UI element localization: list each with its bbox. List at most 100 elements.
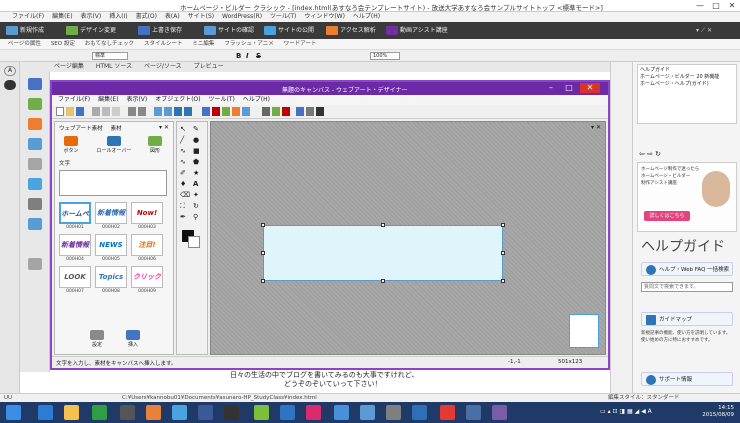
shape-icon[interactable] — [232, 107, 240, 116]
canvas-minimap[interactable] — [569, 314, 599, 348]
help-search-input[interactable]: 質問文で検索できます。 — [641, 282, 733, 292]
tab-page-edit[interactable]: ページ編集 — [54, 63, 84, 70]
omotenashi-check-button[interactable]: おもてなしチェック — [85, 41, 134, 47]
app-icon[interactable] — [92, 405, 107, 420]
stylesheet-button[interactable]: スタイルシート — [144, 41, 183, 47]
app-icon[interactable] — [334, 405, 349, 420]
publish-button[interactable]: サイトの公開 — [264, 25, 314, 36]
save-button[interactable]: 上書き保存 — [138, 25, 182, 36]
app-icon[interactable] — [198, 405, 213, 420]
menu-help[interactable]: ヘルプ(H) — [353, 13, 380, 20]
polyline-tool-icon[interactable]: ∿ — [180, 147, 186, 155]
pen-tool-icon[interactable]: ✎ — [193, 125, 199, 133]
menu-site[interactable]: サイト(S) — [188, 13, 215, 20]
settings-icon[interactable] — [306, 107, 314, 116]
explorer-icon[interactable] — [64, 405, 79, 420]
frame2-icon[interactable] — [164, 107, 172, 116]
app-icon[interactable] — [386, 405, 401, 420]
dlg-menu-edit[interactable]: 編集(E) — [98, 96, 118, 103]
tab-preview[interactable]: プレビュー — [194, 63, 224, 70]
layer-icon[interactable] — [272, 107, 280, 116]
dialog-maximize-button[interactable]: □ — [562, 83, 576, 93]
rect-tool-icon[interactable]: ■ — [193, 147, 200, 155]
dlg-menu-help[interactable]: ヘルプ(H) — [243, 96, 270, 103]
polygon-tool-icon[interactable]: ⬟ — [193, 158, 199, 166]
select-tool-icon[interactable]: ↖ — [180, 125, 186, 133]
vertical-scrollbar[interactable] — [610, 62, 632, 402]
start-icon[interactable] — [6, 405, 21, 420]
form-icon[interactable] — [28, 178, 42, 190]
delete-icon[interactable] — [282, 107, 290, 116]
dlg-menu-tools[interactable]: ツール(T) — [209, 96, 235, 103]
preview-icon[interactable] — [296, 107, 304, 116]
stamp-tool-icon[interactable]: ✦ — [193, 191, 199, 199]
seo-settings-button[interactable]: SEO 設定 — [51, 41, 75, 47]
help-tree-item[interactable]: ヘルプガイド — [640, 67, 734, 74]
menu-format[interactable]: 書式(O) — [136, 13, 157, 20]
line-tool-icon[interactable]: ╱ — [180, 136, 184, 144]
thumb-003[interactable]: Now! — [131, 202, 163, 224]
dreamweaver-icon[interactable] — [254, 405, 269, 420]
dialog-minimize-button[interactable]: – — [544, 83, 558, 93]
thumb-008[interactable]: Topics — [95, 266, 127, 288]
dialog-close-button[interactable]: ✕ — [580, 83, 600, 93]
resize-handle[interactable] — [381, 279, 385, 283]
copy-icon[interactable] — [102, 107, 110, 116]
site-check-button[interactable]: サイトの確認 — [204, 25, 254, 36]
app-icon[interactable] — [492, 405, 507, 420]
tab-material[interactable]: 素材 — [111, 126, 122, 132]
button-type-button[interactable]: ボタン — [59, 136, 83, 156]
dlg-menu-object[interactable]: オブジェクト(O) — [155, 96, 200, 103]
menu-table[interactable]: 表(A) — [165, 13, 180, 20]
star-tool-icon[interactable]: ★ — [193, 169, 199, 177]
new-canvas-icon[interactable] — [56, 107, 64, 116]
text-tool-icon[interactable]: A — [193, 180, 198, 188]
wordart-button[interactable]: ワードアート — [284, 41, 317, 47]
align-icon[interactable] — [202, 107, 210, 116]
app-icon[interactable] — [440, 405, 455, 420]
thumb-006[interactable]: 注目! — [131, 234, 163, 256]
background-color-swatch[interactable] — [188, 236, 200, 248]
resize-handle[interactable] — [501, 279, 505, 283]
bold-button[interactable]: B — [236, 52, 241, 60]
thumb-001[interactable]: ホームページ — [59, 202, 91, 224]
menu-edit[interactable]: 編集(E) — [52, 13, 72, 20]
image-icon[interactable] — [28, 118, 42, 130]
maximize-button[interactable]: □ — [708, 0, 724, 12]
settings-button[interactable]: 設定 — [85, 330, 109, 350]
homepagebuilder-icon[interactable] — [306, 405, 321, 420]
curve-tool-icon[interactable]: ∿ — [180, 158, 186, 166]
menu-file[interactable]: ファイル(F) — [12, 13, 44, 20]
a-icon[interactable]: A — [4, 66, 16, 76]
canvas-shape[interactable] — [263, 225, 503, 281]
ad-banner[interactable]: ホームページ制作で迷ったら ホームページ・ビルダー 制作アシスト講座 詳しくはこ… — [637, 162, 737, 232]
tab-webart-material[interactable]: ウェブアート素材 — [59, 126, 103, 132]
undo-icon[interactable] — [128, 107, 136, 116]
guide-map-button[interactable]: ガイドマップ — [641, 312, 733, 326]
close-button[interactable]: ✕ — [724, 0, 740, 12]
canvas-close-icon[interactable]: ▾ ✕ — [591, 124, 601, 131]
panel-close-icon[interactable]: ▾ ✕ — [159, 124, 169, 131]
mini-edit-button[interactable]: ミニ編集 — [192, 41, 214, 47]
star-icon[interactable] — [316, 107, 324, 116]
resize-handle[interactable] — [501, 251, 505, 255]
paste-icon[interactable] — [112, 107, 120, 116]
layout-icon[interactable] — [28, 218, 42, 230]
thumb-002[interactable]: 新着情報 — [95, 202, 127, 224]
frame3-icon[interactable] — [174, 107, 182, 116]
redo-icon[interactable] — [138, 107, 146, 116]
eraser-tool-icon[interactable]: ⌫ — [180, 191, 190, 199]
globe-icon[interactable] — [4, 80, 16, 90]
help-faq-search[interactable]: ヘルプ・Web FAQ 一括検索 — [641, 262, 733, 276]
resize-handle[interactable] — [261, 223, 265, 227]
ie-icon[interactable] — [38, 405, 53, 420]
details-button[interactable]: 詳しくはこちら — [644, 211, 690, 221]
menu-insert[interactable]: 挿入(I) — [109, 13, 127, 20]
text-icon[interactable] — [242, 107, 250, 116]
analytics-button[interactable]: アクセス解析 — [326, 25, 376, 36]
video-course-button[interactable]: 動画アシスト講座 — [386, 25, 448, 36]
rollover-type-button[interactable]: ロールオーバー — [89, 136, 139, 156]
folder-icon[interactable] — [28, 78, 42, 90]
thumb-009[interactable]: クリック — [131, 266, 163, 288]
tab-html-source[interactable]: HTML ソース — [96, 63, 132, 70]
